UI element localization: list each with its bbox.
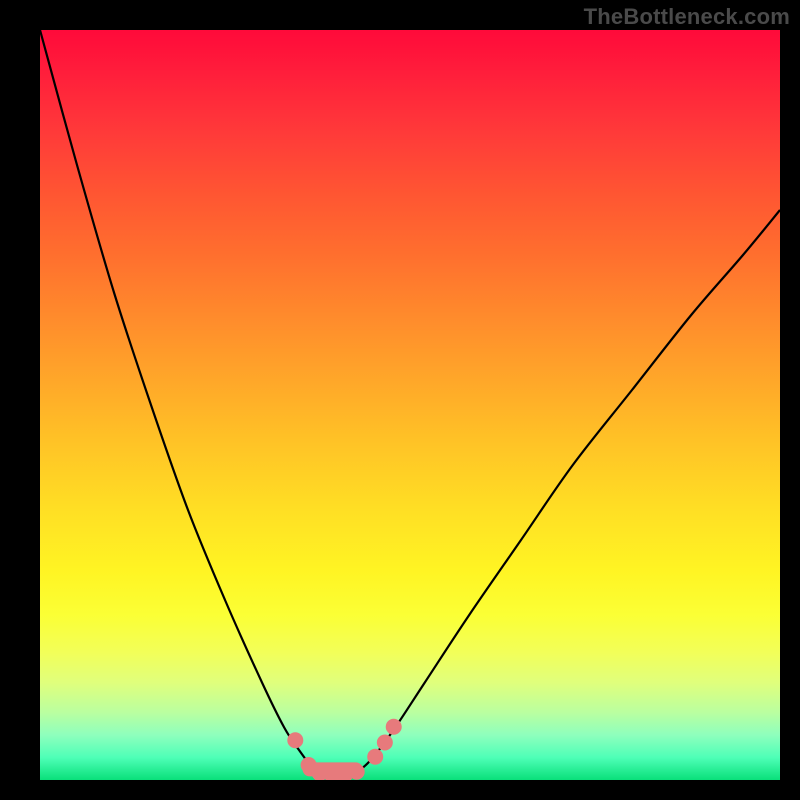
watermark-text: TheBottleneck.com [584, 4, 790, 30]
marker-dot [386, 719, 402, 735]
bottleneck-curve [40, 30, 780, 780]
app-frame: TheBottleneck.com [0, 0, 800, 800]
marker-dot [377, 735, 393, 751]
plot-area [40, 30, 780, 780]
marker-dot [287, 732, 303, 748]
marker-group [287, 719, 401, 780]
marker-dot [349, 764, 365, 780]
marker-dot [367, 749, 383, 765]
curve-line [40, 30, 780, 777]
